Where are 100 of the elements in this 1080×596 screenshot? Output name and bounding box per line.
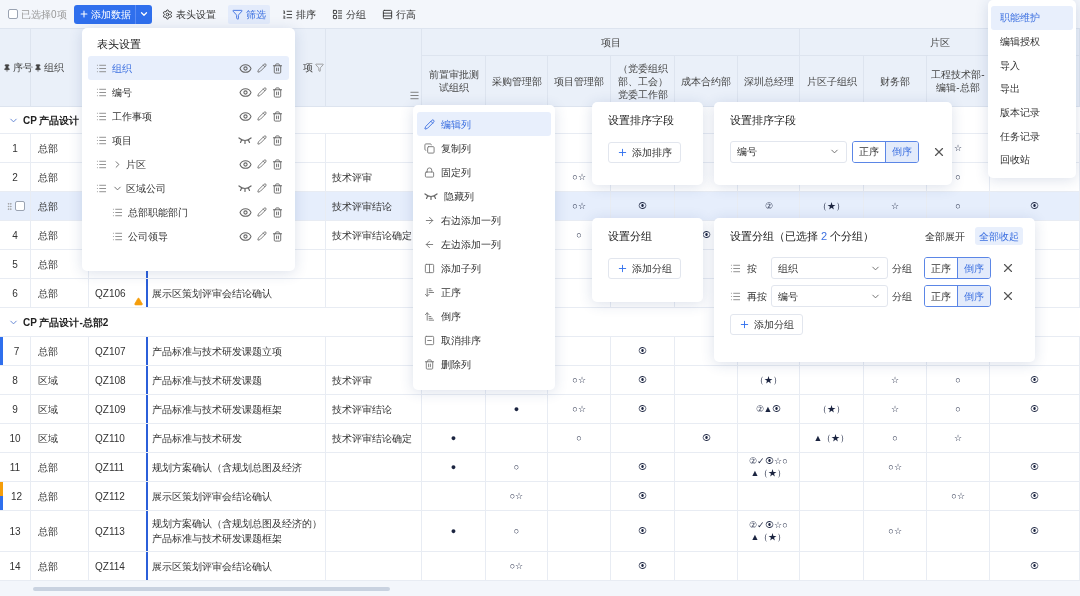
pencil-icon[interactable] bbox=[257, 183, 267, 193]
horizontal-scrollbar[interactable] bbox=[33, 587, 390, 591]
add-data-button[interactable]: 添加数据 bbox=[73, 4, 135, 24]
add-button[interactable]: 添加分组 bbox=[608, 257, 681, 279]
menu-item[interactable]: 正序 bbox=[417, 280, 551, 304]
sort-order-option[interactable]: 倒序 bbox=[957, 286, 990, 306]
menu-item[interactable]: 导出 bbox=[991, 77, 1073, 101]
pencil-icon[interactable] bbox=[257, 159, 267, 169]
drag-handle-icon[interactable] bbox=[96, 134, 107, 146]
eye-icon[interactable] bbox=[239, 205, 252, 219]
add-button[interactable]: 添加排序 bbox=[608, 141, 681, 163]
toolbar-button[interactable]: 排序 bbox=[277, 4, 320, 24]
column-setting-item[interactable]: 片区 bbox=[88, 152, 289, 176]
drag-handle-icon[interactable] bbox=[96, 86, 107, 98]
pencil-icon[interactable] bbox=[257, 111, 267, 121]
table-row[interactable]: 11 总部 QZ111 规划方案确认（含规划总图及经济 ● ○ ⦿ ②✓⦿☆○ ▲（★） ○☆ ⦿ bbox=[0, 453, 1080, 482]
column-header[interactable]: 采购管理部 bbox=[491, 74, 542, 88]
table-row[interactable]: 9 区域 QZ109 产品标准与技术研发课题框架 技术评审结论 ● ○☆ ⦿ ②▲⦿ （★） ☆ ○ ⦿ bbox=[0, 395, 1080, 424]
trash-icon[interactable] bbox=[272, 62, 283, 74]
drag-handle-icon[interactable] bbox=[112, 230, 123, 242]
eye-icon[interactable] bbox=[239, 157, 252, 171]
eye-icon[interactable] bbox=[239, 229, 252, 243]
trash-icon[interactable] bbox=[272, 134, 283, 146]
trash-icon[interactable] bbox=[272, 86, 283, 98]
eye-closed-icon[interactable] bbox=[238, 136, 252, 144]
column-setting-item[interactable]: 组织 bbox=[88, 56, 289, 80]
close-icon[interactable] bbox=[1001, 289, 1015, 303]
toolbar-button[interactable]: 行高 bbox=[377, 4, 420, 24]
menu-item[interactable]: 复制列 bbox=[417, 136, 551, 160]
column-header[interactable]: （党委组织部、工会）党委工作部 bbox=[614, 61, 671, 101]
eye-icon[interactable] bbox=[239, 109, 252, 123]
select-all-checkbox[interactable] bbox=[8, 9, 18, 19]
menu-item[interactable]: 固定列 bbox=[417, 160, 551, 184]
column-setting-item[interactable]: 项目 bbox=[88, 128, 289, 152]
trash-icon[interactable] bbox=[272, 206, 283, 218]
column-setting-item[interactable]: 公司领导 bbox=[88, 224, 289, 248]
sort-order-option[interactable]: 倒序 bbox=[957, 258, 990, 278]
filter-icon[interactable] bbox=[315, 63, 324, 72]
sort-order-option[interactable]: 倒序 bbox=[885, 141, 918, 162]
field-select[interactable]: 编号 bbox=[771, 285, 888, 307]
column-header[interactable]: 序号 bbox=[13, 60, 33, 75]
menu-item[interactable]: 倒序 bbox=[417, 304, 551, 328]
column-setting-item[interactable]: 区域公司 bbox=[88, 176, 289, 200]
menu-item[interactable]: 职能维护 bbox=[991, 6, 1073, 30]
drag-handle-icon[interactable] bbox=[112, 206, 123, 218]
column-setting-item[interactable]: 编号 bbox=[88, 80, 289, 104]
table-row[interactable]: 10 区域 QZ110 产品标准与技术研发 技术评审结论确定 ● ○ ⦿ ▲（★） ○ ☆ bbox=[0, 424, 1080, 453]
column-header[interactable]: 项 bbox=[303, 60, 313, 75]
menu-item[interactable]: 取消排序 bbox=[417, 328, 551, 352]
close-icon[interactable] bbox=[1001, 261, 1015, 275]
pin-icon[interactable] bbox=[3, 63, 11, 72]
toolbar-button[interactable]: 分组 bbox=[327, 4, 370, 24]
eye-icon[interactable] bbox=[239, 61, 252, 75]
drag-handle-icon[interactable] bbox=[96, 110, 107, 122]
drag-handle-icon[interactable] bbox=[730, 262, 741, 274]
trash-icon[interactable] bbox=[272, 110, 283, 122]
field-select[interactable]: 组织 bbox=[771, 257, 888, 279]
eye-closed-icon[interactable] bbox=[238, 184, 252, 192]
column-header[interactable]: 财务部 bbox=[880, 74, 910, 88]
row-checkbox[interactable] bbox=[15, 201, 25, 211]
column-header[interactable]: 项目管理部 bbox=[554, 74, 604, 88]
table-row[interactable]: 12 总部 QZ112 展示区策划评审会结论确认 ○☆ ⦿ ○☆ ⦿ bbox=[0, 482, 1080, 511]
column-setting-item[interactable]: 工作事项 bbox=[88, 104, 289, 128]
column-header[interactable]: 成本合约部 bbox=[681, 74, 731, 88]
column-header[interactable]: 工程技术部-编辑-总部 bbox=[930, 68, 986, 94]
column-header[interactable]: 深圳总经理 bbox=[743, 74, 794, 88]
add-button[interactable]: 添加分组 bbox=[730, 314, 803, 335]
menu-item[interactable]: 任务记录 bbox=[991, 124, 1073, 149]
column-header[interactable]: 片区子组织 bbox=[806, 74, 857, 88]
drag-handle-icon[interactable] bbox=[5, 201, 14, 211]
column-header[interactable]: 组织 bbox=[44, 60, 64, 75]
menu-item[interactable]: 编辑列 bbox=[417, 112, 551, 136]
pencil-icon[interactable] bbox=[257, 207, 267, 217]
column-setting-item[interactable]: 总部职能部门 bbox=[88, 200, 289, 224]
pin-icon[interactable] bbox=[34, 63, 42, 72]
pencil-icon[interactable] bbox=[257, 87, 267, 97]
drag-handle-icon[interactable] bbox=[96, 62, 107, 74]
menu-item[interactable]: 右边添加一列 bbox=[417, 208, 551, 232]
menu-item[interactable]: 删除列 bbox=[417, 352, 551, 376]
toolbar-button[interactable]: 表头设置 bbox=[157, 4, 220, 24]
trash-icon[interactable] bbox=[272, 182, 283, 194]
pencil-icon[interactable] bbox=[257, 231, 267, 241]
field-select[interactable]: 编号 bbox=[730, 140, 847, 163]
pencil-icon[interactable] bbox=[257, 135, 267, 145]
menu-item[interactable]: 隐藏列 bbox=[417, 184, 551, 208]
pencil-icon[interactable] bbox=[257, 63, 267, 73]
trash-icon[interactable] bbox=[272, 230, 283, 242]
menu-item[interactable]: 版本记录 bbox=[991, 100, 1073, 125]
menu-item[interactable]: 左边添加一列 bbox=[417, 232, 551, 256]
group-action-link[interactable]: 全部展开 bbox=[921, 227, 969, 245]
toolbar-button[interactable]: 筛选 bbox=[227, 4, 270, 24]
menu-item[interactable]: 回收站 bbox=[991, 148, 1073, 172]
table-row[interactable]: 14 总部 QZ114 展示区策划评审会结论确认 ○☆ ⦿ ⦿ bbox=[0, 552, 1080, 581]
menu-item[interactable]: 添加子列 bbox=[417, 256, 551, 280]
drag-handle-icon[interactable] bbox=[730, 290, 741, 302]
eye-icon[interactable] bbox=[239, 85, 252, 99]
menu-item[interactable]: 编辑授权 bbox=[991, 29, 1073, 54]
table-row[interactable]: 13 总部 QZ113 规划方案确认（含规划总图及经济的）产品标准与技术研发课题框架 ● ○ ⦿ ②✓⦿☆○ ▲（★） ○☆ ⦿ bbox=[0, 511, 1080, 552]
drag-handle-icon[interactable] bbox=[96, 182, 107, 194]
column-header[interactable]: 前置审批测试组织 bbox=[425, 68, 482, 94]
